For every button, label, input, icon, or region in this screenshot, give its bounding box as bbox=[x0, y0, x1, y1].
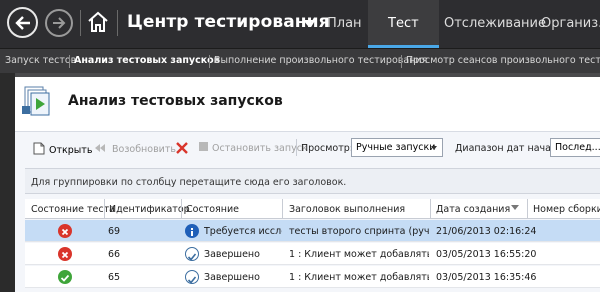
run-state: Завершено bbox=[204, 272, 260, 283]
run-created: 03/05/2013 16:55:20 bbox=[436, 249, 537, 260]
resume-icon bbox=[94, 142, 108, 157]
back-button[interactable] bbox=[7, 7, 38, 38]
run-id: 69 bbox=[108, 226, 121, 237]
resume-button[interactable]: Возобновить bbox=[94, 142, 176, 157]
forward-button[interactable] bbox=[45, 9, 73, 37]
failed-icon bbox=[58, 247, 72, 261]
open-button[interactable]: Открыть bbox=[33, 142, 92, 158]
run-id: 66 bbox=[108, 249, 121, 260]
sort-descending-icon bbox=[511, 205, 519, 210]
table-row[interactable]: 65 Завершено 1 : Клиент может добавлять.… bbox=[25, 266, 600, 288]
info-icon bbox=[185, 224, 199, 238]
view-label: Просмотр: bbox=[301, 143, 353, 154]
arrow-left-icon bbox=[14, 15, 30, 30]
delete-x-icon bbox=[176, 142, 188, 157]
column-divider[interactable] bbox=[282, 199, 283, 219]
stop-icon bbox=[199, 142, 208, 154]
run-title: 1 : Клиент может добавлять... bbox=[289, 249, 429, 260]
app-title[interactable]: Центр тестирования bbox=[127, 12, 330, 32]
column-divider[interactable] bbox=[430, 199, 431, 219]
sub-tabs-bar: Запуск тестов Анализ тестовых запусков В… bbox=[0, 48, 600, 73]
passed-icon bbox=[58, 270, 72, 284]
chevron-down-icon[interactable] bbox=[303, 20, 313, 26]
arrow-right-icon bbox=[53, 17, 66, 29]
delete-button[interactable] bbox=[176, 142, 192, 157]
view-select-value: Ручные запуски bbox=[356, 142, 436, 153]
completed-check-icon bbox=[185, 270, 199, 284]
column-header-title[interactable]: Заголовок выполнения bbox=[289, 204, 405, 215]
date-range-value: Послед... bbox=[555, 142, 600, 153]
stop-run-label: Остановить запуск bbox=[212, 142, 308, 154]
run-title: 1 : Клиент может добавлять... bbox=[289, 272, 429, 283]
divider bbox=[209, 55, 210, 68]
home-icon bbox=[88, 11, 108, 32]
subtab-exploratory-sessions[interactable]: Просмотр сеансов произвольного тестиро..… bbox=[406, 55, 600, 66]
run-state: Завершено bbox=[204, 249, 260, 260]
completed-check-icon bbox=[185, 247, 199, 261]
subtab-analyze-runs[interactable]: Анализ тестовых запусков bbox=[74, 55, 220, 66]
column-header-created[interactable]: Дата создания bbox=[436, 204, 510, 215]
subtab-run-tests[interactable]: Запуск тестов bbox=[5, 55, 76, 66]
divider bbox=[80, 10, 81, 36]
run-title: тесты второго спринта (ручные) bbox=[289, 226, 429, 237]
column-header-test-state[interactable]: Состояние теста bbox=[31, 204, 115, 215]
tab-organize[interactable]: Организ... bbox=[541, 16, 600, 31]
open-label: Открыть bbox=[49, 144, 93, 156]
top-bar: Центр тестирования План Тест Отслеживани… bbox=[0, 0, 600, 48]
toolbar-divider bbox=[296, 139, 297, 156]
subtab-exploratory-testing[interactable]: Выполнение произвольного тестирования bbox=[214, 55, 427, 66]
table-row[interactable]: 69 Требуется иссле... тесты второго спри… bbox=[25, 220, 600, 242]
column-divider[interactable] bbox=[527, 199, 528, 219]
divider bbox=[69, 55, 70, 68]
resume-label: Возобновить bbox=[112, 144, 176, 155]
column-header-id[interactable]: Идентификатор bbox=[109, 204, 190, 215]
group-by-drop-zone[interactable]: Для группировки по столбцу перетащите сю… bbox=[25, 168, 600, 194]
table-row[interactable]: 66 Завершено 1 : Клиент может добавлять.… bbox=[25, 243, 600, 265]
tab-test[interactable]: Тест bbox=[368, 0, 439, 48]
row-gutter bbox=[15, 219, 25, 292]
run-id: 65 bbox=[108, 272, 121, 283]
column-header-state[interactable]: Состояние bbox=[186, 204, 239, 215]
run-created: 03/05/2013 16:35:46 bbox=[436, 272, 537, 283]
test-runs-icon bbox=[22, 86, 52, 116]
tab-plan[interactable]: План bbox=[327, 16, 362, 31]
open-document-icon bbox=[33, 142, 45, 158]
divider bbox=[117, 10, 118, 36]
column-divider[interactable] bbox=[181, 199, 182, 219]
column-divider[interactable] bbox=[104, 199, 105, 219]
run-state: Требуется иссле... bbox=[204, 226, 282, 237]
tab-tracking[interactable]: Отслеживание bbox=[444, 16, 546, 31]
home-button[interactable] bbox=[86, 10, 110, 34]
page-title: Анализ тестовых запусков bbox=[68, 93, 283, 109]
date-range-select[interactable]: Послед... bbox=[550, 138, 600, 157]
stop-run-button[interactable]: Остановить запуск bbox=[199, 142, 308, 154]
divider bbox=[401, 55, 402, 68]
view-select[interactable]: Ручные запуски bbox=[351, 138, 443, 157]
run-created: 21/06/2013 02:16:24 bbox=[436, 226, 537, 237]
chevron-down-icon bbox=[431, 146, 437, 150]
failed-icon bbox=[58, 224, 72, 238]
column-header-build[interactable]: Номер сборки bbox=[533, 204, 600, 215]
